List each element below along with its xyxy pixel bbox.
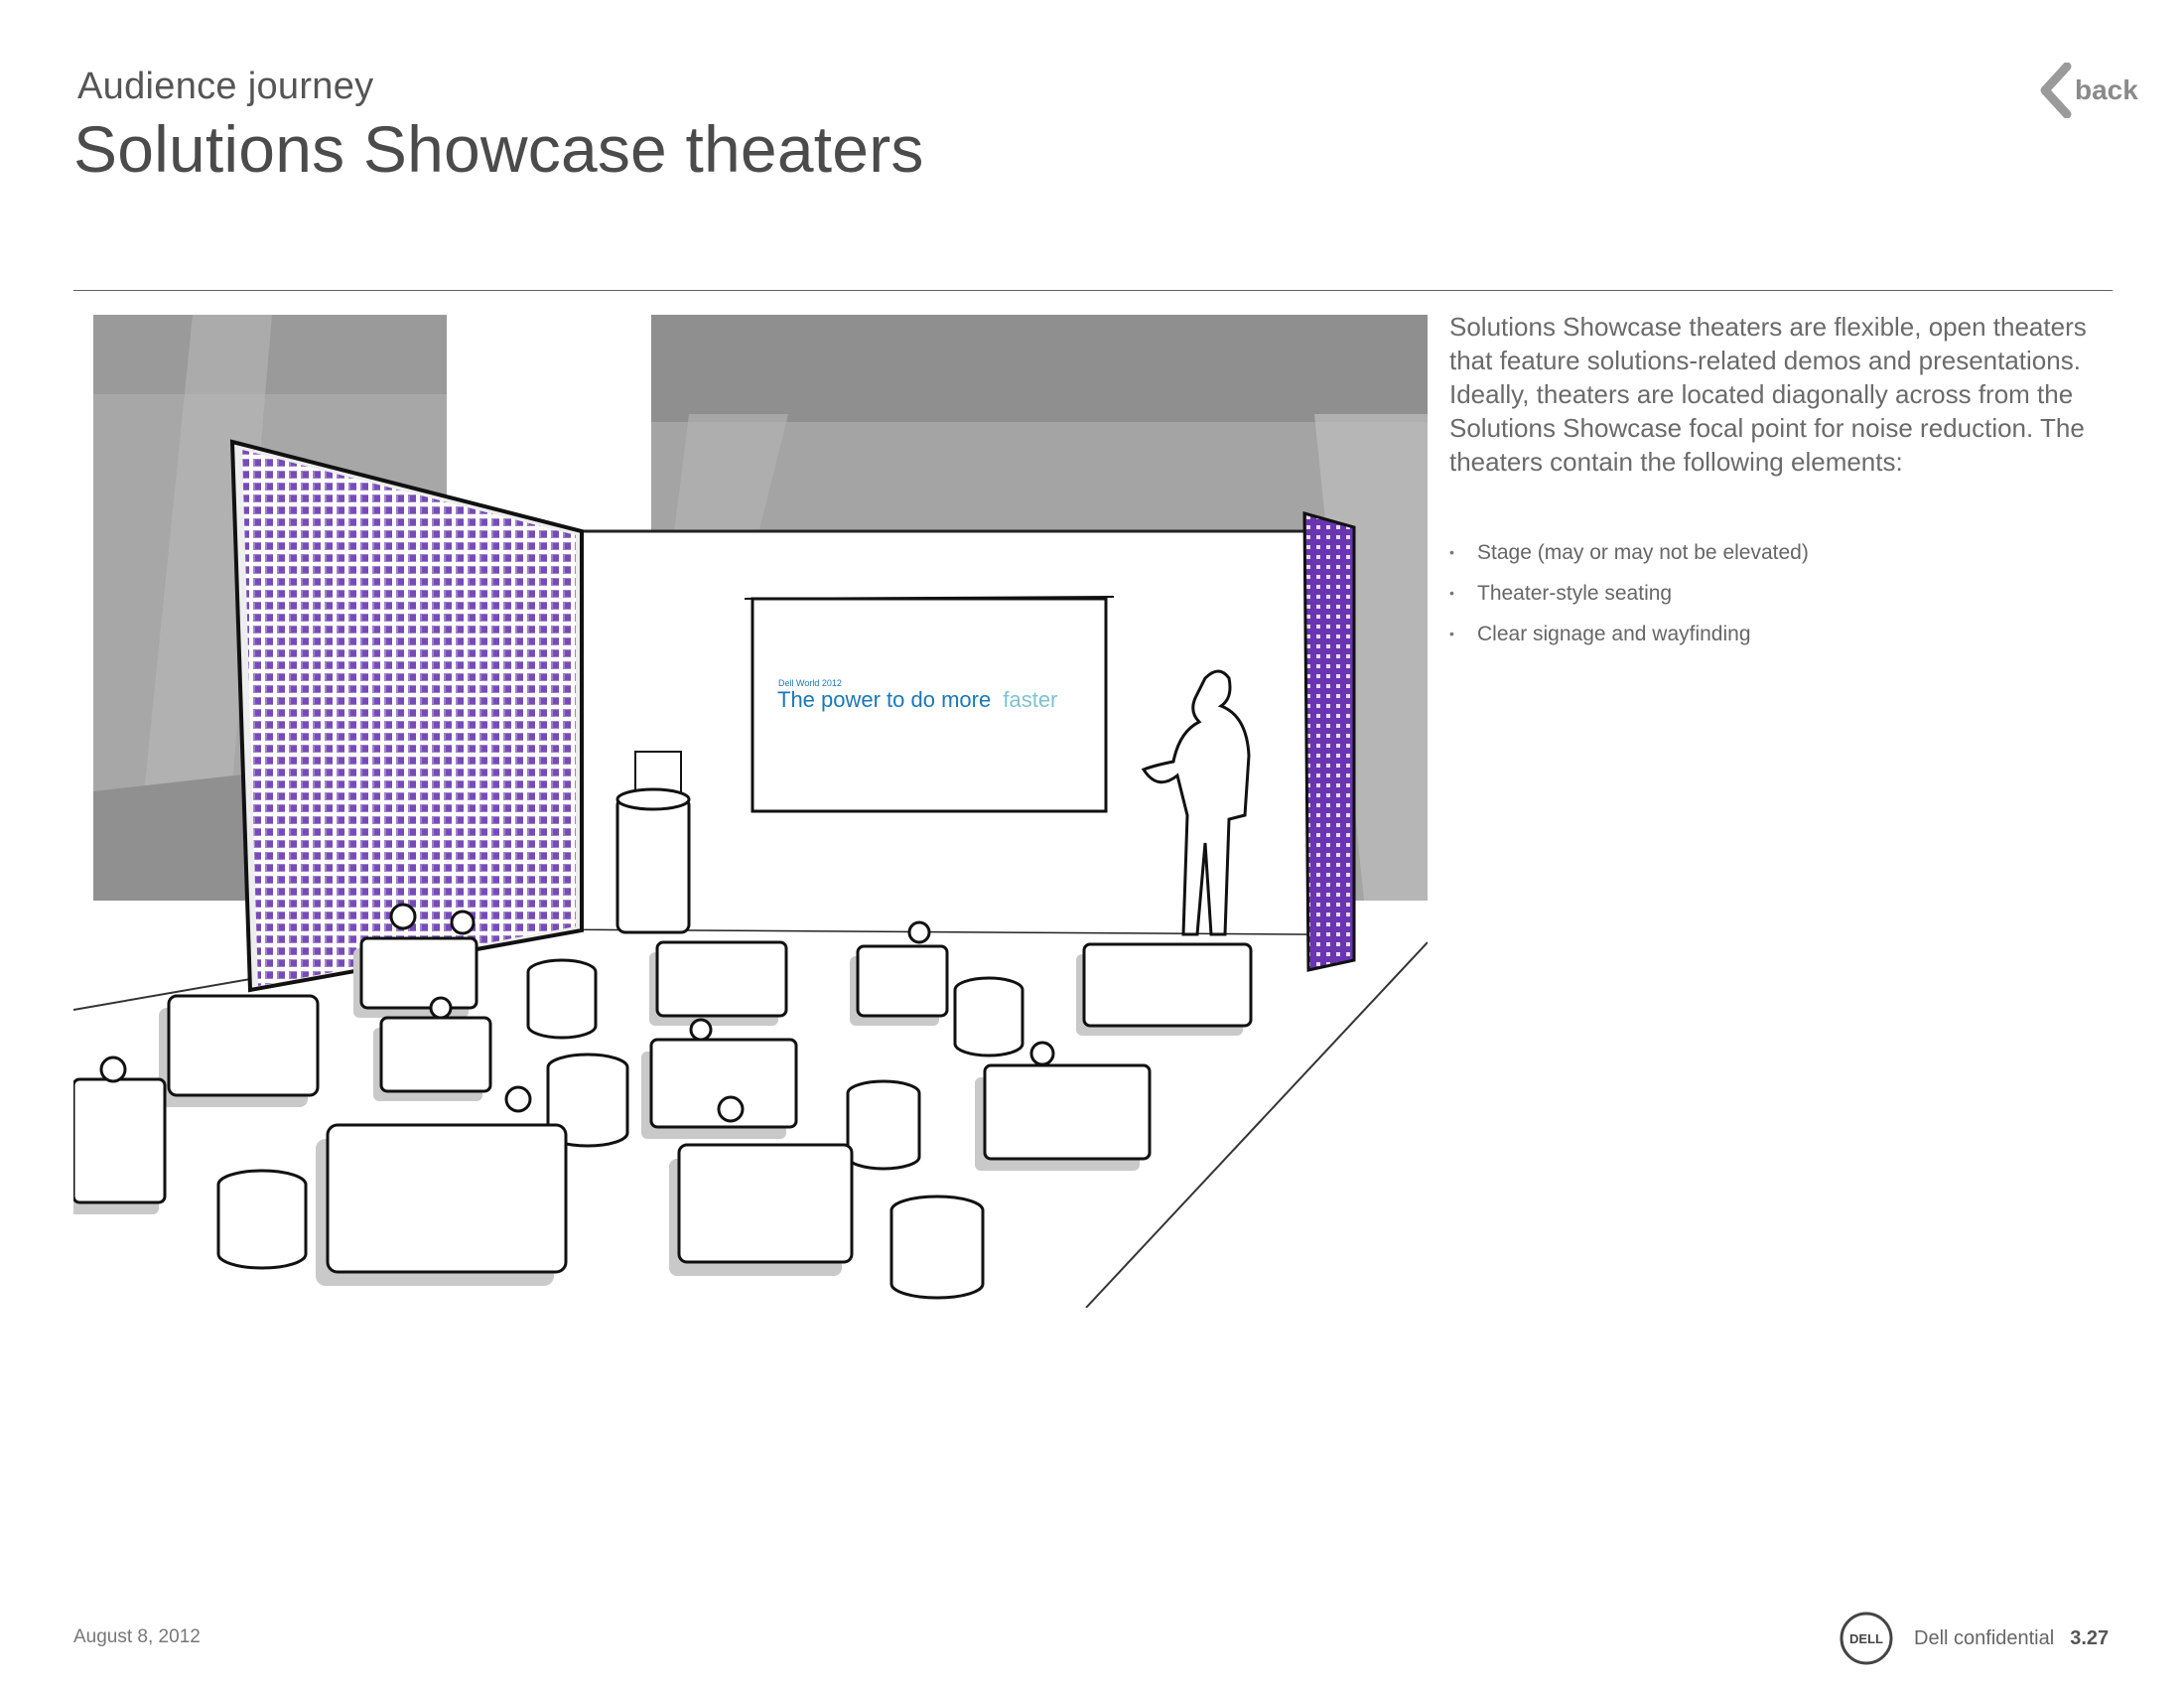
description-paragraph: Solutions Showcase theaters are flexible… xyxy=(1449,312,2087,477)
footer-date: August 8, 2012 xyxy=(73,1626,201,1647)
page-kicker: Audience journey xyxy=(77,66,374,107)
list-item: Theater-style seating xyxy=(1449,573,2124,614)
theater-illustration: Dell World 2012 The power to do more fas… xyxy=(68,315,1429,1309)
list-item: Clear signage and wayfinding xyxy=(1449,614,2124,654)
screen-tagline-main: The power to do more xyxy=(777,687,991,712)
footer-right: DELL Dell confidential 3.27 xyxy=(1839,1611,2109,1666)
page-title: Solutions Showcase theaters xyxy=(73,112,924,186)
dell-logo: DELL xyxy=(1840,1612,1893,1665)
chevron-left-icon xyxy=(2040,63,2072,118)
theater-sketch: Dell World 2012 The power to do more fas… xyxy=(68,315,1429,1309)
confidential-label: Dell confidential xyxy=(1914,1626,2055,1649)
elements-list: Stage (may or may not be elevated) Theat… xyxy=(1449,532,2124,654)
screen-tagline-accent: faster xyxy=(1003,687,1057,712)
dell-logo-text: DELL xyxy=(1849,1631,1883,1646)
back-label: back xyxy=(2075,74,2138,105)
back-button[interactable]: back xyxy=(2037,62,2140,119)
page-number: 3.27 xyxy=(2070,1626,2110,1649)
list-item: Stage (may or may not be elevated) xyxy=(1449,532,2124,573)
header-rule xyxy=(73,290,2113,291)
screen-tagline: The power to do more faster xyxy=(777,687,1057,712)
